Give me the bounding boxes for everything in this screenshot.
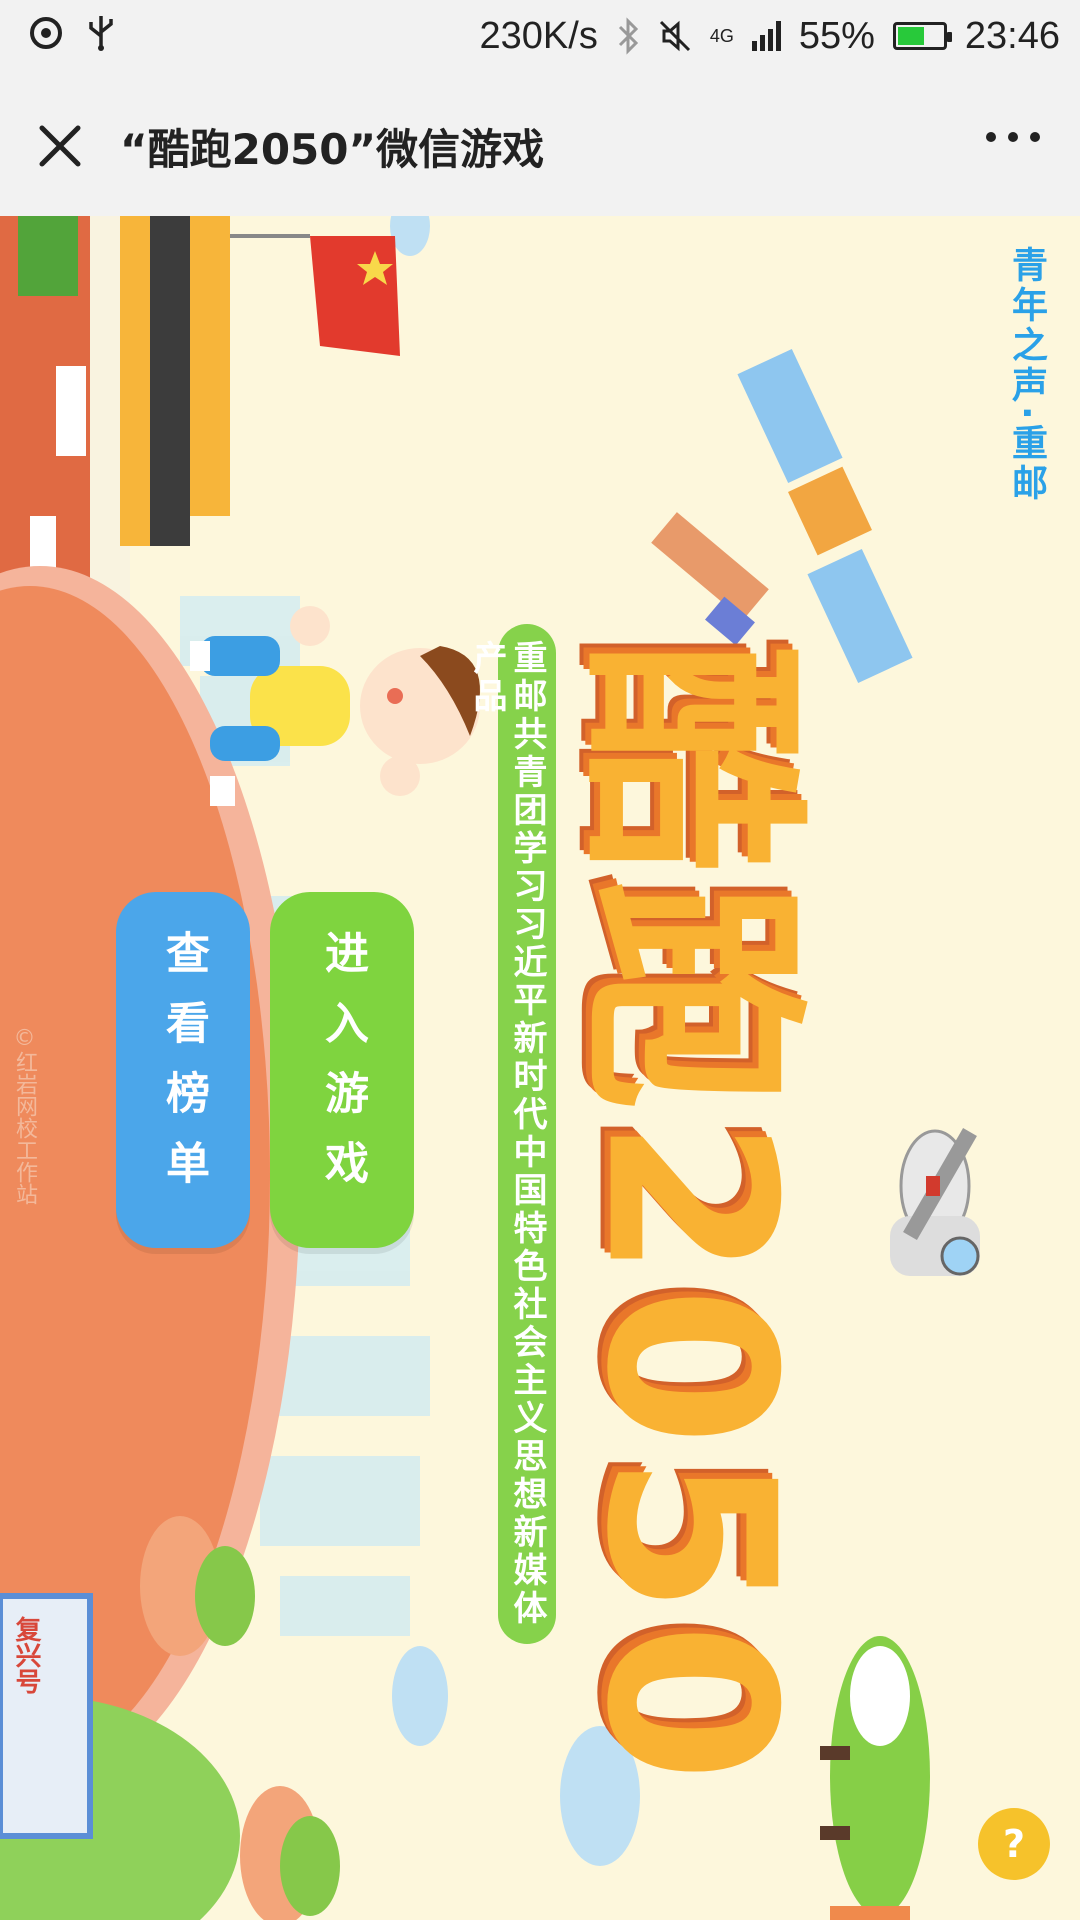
copyright-text: ©红岩网校工作站 (12, 1026, 37, 1205)
title-bar: “酷跑2050”微信游戏 (0, 72, 1080, 217)
status-bar: 230K/s 4G 55% 23:46 (0, 0, 1080, 72)
clock: 23:46 (964, 15, 1060, 57)
network-speed: 230K/s (479, 15, 598, 57)
close-icon[interactable] (32, 118, 88, 174)
game-title: 酷跑2050 (556, 642, 860, 1790)
bluetooth-icon (618, 17, 638, 55)
enter-game-button[interactable]: 进入游戏 (270, 892, 414, 1248)
page-title: “酷跑2050”微信游戏 (120, 125, 545, 174)
usb-icon (89, 16, 113, 51)
view-leaderboard-button[interactable]: 查看榜单 (116, 892, 250, 1248)
hotspot-icon (30, 17, 62, 49)
subtitle-text: 重邮共青团学习习近平新时代中国特色社会主义思想新媒体产品 (467, 640, 547, 1628)
signal-icon (751, 21, 781, 51)
battery-percent: 55% (798, 15, 875, 57)
game-title-text: 酷跑2050 (555, 641, 823, 1791)
network-type: 4G (709, 25, 734, 46)
more-icon[interactable] (986, 132, 1040, 142)
view-leaderboard-label: 查看榜单 (158, 930, 209, 1210)
game-canvas[interactable]: 青年之声·重邮 重邮共青团学习习近平新时代中国特色社会主义思想新媒体产品 酷跑2… (0, 216, 1080, 1920)
enter-game-label: 进入游戏 (317, 930, 368, 1210)
help-icon: ? (1002, 1822, 1026, 1866)
mute-icon (659, 20, 690, 52)
help-button[interactable]: ? (978, 1808, 1050, 1880)
brand-logo: 青年之声·重邮 (1006, 246, 1047, 504)
battery-icon (892, 22, 952, 50)
train-label: 复兴号 (11, 1616, 41, 1694)
